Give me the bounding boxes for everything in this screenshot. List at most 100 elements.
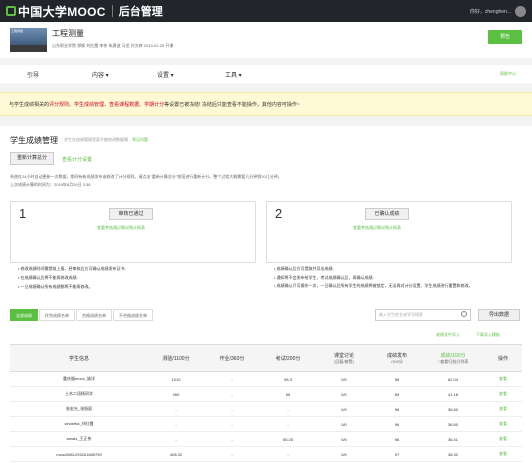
table-cell: 96 [372, 401, 422, 417]
table-cell: 36.32 [422, 446, 484, 462]
nav-tools[interactable]: 工具 ▾ [225, 70, 242, 79]
table-cell: 0/0 [316, 401, 372, 417]
table-row: 张宏光_张振庭 - - -0/0 96 36.60 查看 [10, 401, 522, 417]
step-1-note: 一旦成绩确认所有成绩都将不能再修改。 [18, 282, 264, 291]
step-2-note: 成绩确认只可操作一次，一旦确认后所有学生的成绩将被锁定，无法再对计分设置、学生成… [274, 282, 512, 289]
main-panel: 学生成绩管理 学生在成绩管理里面不能修改数据噢 常见问题 重新计算总分 查看计分设… [0, 126, 532, 470]
step-2-notes: 成绩确认后方可提取并导出成绩; 通知将不会发布给学生，考试成绩确认后，再确认成绩… [274, 264, 520, 304]
nav-content[interactable]: 内容 ▾ [92, 70, 109, 79]
download-template-link[interactable]: 下载导入模板 [476, 332, 500, 338]
view-link[interactable]: 查看 [484, 431, 522, 447]
freeze-warning: 与学生成绩相关的评分规则、学生成绩管理、查看课程数据、学期计分等设置已被冻结! … [0, 92, 532, 116]
view-link[interactable]: 查看 [484, 401, 522, 417]
course-header: 工程测量 工程测量 山东职业学院 郑郁 刘红霞 李伟 朱建波 马龙 孙文婷 20… [0, 22, 532, 58]
view-settings-link[interactable]: 查看计分设置 [62, 156, 92, 163]
table-cell: 张宏光_张振庭 [10, 401, 148, 417]
section-desc: 系统在24小时自动更新一次数据，期间有新成绩发布或修改了计分规则，请点击"重新计… [10, 174, 282, 179]
col-homework[interactable]: 作业/360分 [204, 344, 260, 372]
tab-all-grades[interactable]: 全部成绩 [10, 309, 38, 321]
grade-tabs: 全部成绩 优秀成绩名单 合格成绩名单 不合格成绩名单 [10, 309, 154, 321]
step-1-button[interactable]: 审核已通过 [109, 208, 153, 220]
col-action: 操作 [484, 344, 522, 372]
table-cell: 96 [372, 416, 422, 432]
step-2-button[interactable]: 已确认成绩 [365, 208, 409, 220]
warning-item-grades: 学生成绩管理 [74, 102, 105, 108]
export-button[interactable]: 导出数据 [478, 309, 520, 321]
table-cell: - [260, 416, 316, 432]
course-meta: 山东职业学院 郑郁 刘红霞 李伟 朱建波 马龙 孙文婷 2019-02-25 开… [52, 43, 174, 48]
table-row: cindrella_刘红霞 - - -0/0 96 36.60 查看 [10, 416, 522, 432]
col-discussion-label: 课堂讨论 [333, 352, 354, 359]
tab-fail[interactable]: 不合格成绩名单 [113, 309, 153, 321]
col-total[interactable]: 成绩/100分 □查看归档分列表 [422, 344, 484, 372]
col-publish-sub: /100分 [391, 358, 403, 364]
table-cell: 96 [372, 431, 422, 447]
table-row: mooc5661293261665759 408.32- -0/0 97 36.32 查看 [10, 446, 522, 462]
nav-settings[interactable]: 设置 ▾ [157, 70, 174, 79]
divider [111, 5, 113, 17]
col-discussion[interactable]: 课堂讨论 (回复/被赞) [316, 344, 372, 372]
logo-icon [6, 6, 16, 16]
warning-suffix: 等设置已被冻结! 冻结后只能查看不能操作，其他内容可操作~ [164, 102, 300, 108]
table-body: 重庆烟mooc_姚洋 1010-96.3 0/0 96 62.04 查看 土木二班杨同学 26… [10, 371, 522, 462]
search-icon[interactable] [461, 311, 467, 317]
nav-bar: 引导 内容 ▾ 设置 ▾ 工具 ▾ 帮助中心 [0, 65, 532, 83]
table-cell: 96 [372, 371, 422, 387]
table-cell: - [260, 401, 316, 417]
last-calc-time: 上次成绩计算的时间为：2019年8月26日 3:38 [10, 182, 91, 187]
col-publish-label: 成绩发布 [386, 352, 407, 359]
admin-title: 后台管理 [118, 6, 163, 18]
step-2-panel: 2 已确认成绩 查看考核通过情况统计报表 [266, 201, 512, 263]
table-cell: - [204, 371, 260, 387]
col-student: 学生信息 [10, 344, 148, 372]
col-discussion-sub: (回复/被赞) [334, 358, 354, 364]
table-cell: 0/0 [316, 446, 372, 462]
table-cell: - [204, 431, 260, 447]
nav-guide[interactable]: 引导 [27, 70, 39, 79]
import-grades-link[interactable]: 成绩文件导入 [436, 332, 460, 338]
col-exam[interactable]: 考试/200分 [260, 344, 316, 372]
course-thumbnail: 工程测量 [10, 28, 47, 52]
view-link[interactable]: 查看 [484, 371, 522, 387]
recalculate-button[interactable]: 重新计算总分 [10, 152, 54, 165]
table-cell: - [204, 446, 260, 462]
thumbnail-label: 工程测量 [11, 29, 24, 33]
grades-table: 学生信息 测验/1100分 作业/360分 考试/200分 课堂讨论 (回复/被赞… [10, 344, 522, 462]
section-title: 学生成绩管理 [10, 136, 58, 145]
username[interactable]: 你好，zhenghen... [470, 8, 511, 15]
top-bar: 中国大学MOOC 后台管理 你好，zhenghen... [0, 0, 532, 22]
tab-excellent[interactable]: 优秀成绩名单 [39, 309, 75, 321]
view-link[interactable]: 查看 [484, 416, 522, 432]
col-total-label: 成绩/100分 [440, 352, 466, 359]
table-cell: wzwls_王正伟 [10, 431, 148, 447]
step-1-notes: 修改成绩时间需提前上报，经审核后方可确认成绩发布证书; 在成绩确认后将不能再修改… [18, 264, 264, 304]
preview-button[interactable]: 预告 [488, 30, 522, 44]
table-cell: 0/0 [316, 371, 372, 387]
view-link[interactable]: 查看 [484, 446, 522, 462]
step-2-report-link[interactable]: 查看考核通过情况统计报表 [353, 225, 401, 231]
table-cell: - [204, 386, 260, 402]
table-cell: - [204, 416, 260, 432]
section-note-text: 学生在成绩管理里面不能修改数据噢 [64, 137, 128, 142]
tab-pass[interactable]: 合格成绩名单 [76, 309, 112, 321]
col-quiz[interactable]: 测验/1100分 [148, 344, 204, 372]
help-center-link[interactable]: 帮助中心 [500, 71, 516, 77]
table-cell: 96.3 [260, 371, 316, 387]
table-cell: - [148, 431, 204, 447]
table-cell: 408.32 [148, 446, 204, 462]
table-row: 重庆烟mooc_姚洋 1010-96.3 0/0 96 62.04 查看 [10, 371, 522, 387]
view-link[interactable]: 查看 [484, 386, 522, 402]
search-input[interactable]: 输入学生姓名或学号搜索 [375, 309, 471, 321]
avatar[interactable] [515, 5, 526, 17]
col-publish[interactable]: 成绩发布/100分 [372, 344, 422, 372]
table-cell: 0/0 [316, 431, 372, 447]
user-menu[interactable]: 你好，zhenghen... [470, 5, 526, 17]
faq-link[interactable]: 常见问题 [132, 137, 148, 142]
archive-checkbox[interactable]: □查看归档分列表 [422, 359, 484, 365]
table-row: 土木二班杨同学 260-65 0/0 89 41.18 查看 [10, 386, 522, 402]
logo[interactable]: 中国大学MOOC [18, 3, 106, 20]
table-cell: 65 [260, 386, 316, 402]
step-1-panel: 1 审核已通过 查看考核通过情况统计报表 [10, 201, 256, 263]
nav-content-label: 内容 [92, 72, 105, 79]
step-1-report-link[interactable]: 查看考核通过情况统计报表 [97, 225, 145, 231]
